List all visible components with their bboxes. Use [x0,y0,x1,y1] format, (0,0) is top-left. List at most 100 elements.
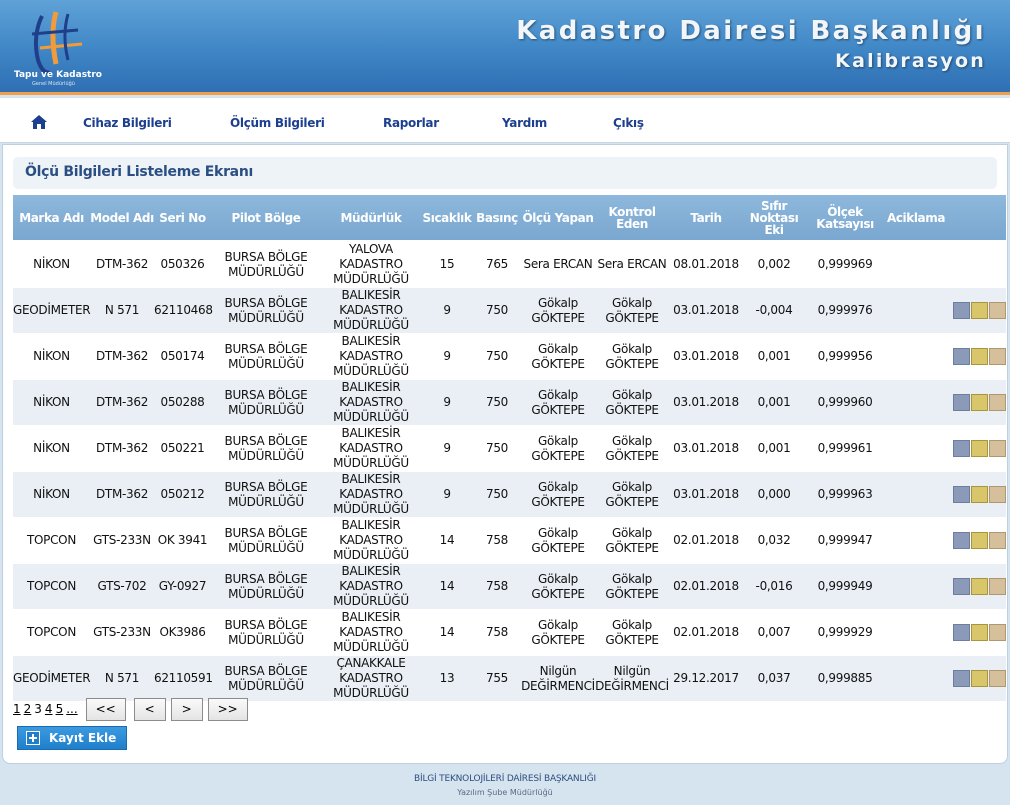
pencil-icon[interactable] [971,440,988,457]
pen-icon[interactable] [953,486,970,503]
logo-text: Tapu ve Kadastro [14,70,102,80]
last-page-button[interactable]: >> [207,697,248,721]
app-title: Kadastro Dairesi Başkanlığı [516,16,986,46]
prev-page-button[interactable]: < [133,697,166,721]
cell-katsayi: 0,999949 [805,563,885,610]
cell-kontrol-eden: Nilgün DEĞİRMENCİ [595,655,669,702]
cell-aciklama [885,241,947,288]
app-subtitle: Kalibrasyon [835,50,986,72]
column-header: Pilot Bölge [211,195,321,242]
first-page-button[interactable]: << [85,697,126,721]
cell-mudurluk: YALOVA KADASTRO MÜDÜRLÜĞÜ [321,241,421,288]
column-header: Seri No [154,195,211,242]
pen-icon[interactable] [953,394,970,411]
footer-unit: Yazılım Şube Müdürlüğü [457,788,553,797]
cell-bolge: BURSA BÖLGE MÜDÜRLÜĞÜ [211,379,321,426]
document-icon[interactable] [989,486,1006,503]
column-header: Ölçek Katsayısı [805,195,885,242]
pen-icon[interactable] [953,348,970,365]
cell-model: DTM-362 [90,333,154,380]
cell-tarih: 03.01.2018 [669,287,743,334]
pen-icon[interactable] [953,624,970,641]
cell-bolge: BURSA BÖLGE MÜDÜRLÜĞÜ [211,333,321,380]
cell-model: DTM-362 [90,241,154,288]
document-icon[interactable] [989,578,1006,595]
cell-seri: 62110591 [154,655,213,702]
pen-icon[interactable] [953,670,970,687]
document-icon[interactable] [989,302,1006,319]
cell-kontrol-eden: Gökalp GÖKTEPE [595,563,669,610]
cell-mudurluk: BALIKESİR KADASTRO MÜDÜRLÜĞÜ [321,425,421,472]
pencil-icon[interactable] [971,486,988,503]
row-actions [947,655,1006,702]
cell-sicaklik: 9 [421,287,473,334]
pencil-icon[interactable] [971,532,988,549]
cell-marka: GEODİMETER [13,655,91,702]
nav-item-yardim[interactable]: Yardım [502,116,547,130]
page-link[interactable]: 2 [24,702,32,716]
cell-bolge: BURSA BÖLGE MÜDÜRLÜĞÜ [211,287,321,334]
nav-item-raporlar[interactable]: Raporlar [383,116,439,130]
cell-sicaklik: 14 [421,609,473,656]
document-icon[interactable] [989,440,1006,457]
cell-sifir: 0,032 [743,517,805,564]
cell-marka: NİKON [13,471,90,518]
pencil-icon[interactable] [971,348,988,365]
cell-katsayi: 0,999956 [805,333,885,380]
pencil-icon[interactable] [971,578,988,595]
cell-tarih: 03.01.2018 [669,333,743,380]
pencil-icon[interactable] [971,624,988,641]
cell-olcu-yapan: Sera ERCAN [521,241,595,288]
pencil-icon[interactable] [971,394,988,411]
row-actions [947,517,1006,564]
pencil-icon[interactable] [971,670,988,687]
next-page-button[interactable]: > [170,697,203,721]
nav-item-cihaz-bilgileri[interactable]: Cihaz Bilgileri [83,116,172,130]
cell-bolge: BURSA BÖLGE MÜDÜRLÜĞÜ [211,241,321,288]
page-link[interactable]: 1 [13,702,21,716]
cell-model: DTM-362 [90,425,154,472]
table-row: TOPCON GTS-233N OK 3941 BURSA BÖLGE MÜDÜRLÜ… [13,517,1006,564]
cell-seri: 62110468 [154,287,213,334]
cell-sifir: 0,037 [743,655,805,702]
cell-basinc: 765 [473,241,521,288]
pen-icon[interactable] [953,578,970,595]
row-actions [947,563,1006,610]
page-current: 3 [34,702,42,716]
nav-item-olcum-bilgileri[interactable]: Ölçüm Bilgileri [230,116,325,130]
document-icon[interactable] [989,670,1006,687]
document-icon[interactable] [989,532,1006,549]
page-link[interactable]: 5 [56,702,64,716]
cell-model: N 571 [90,287,154,334]
cell-marka: NİKON [13,379,90,426]
column-header: Marka Adı [13,195,90,242]
table-row: TOPCON GTS-702 GY-0927 BURSA BÖLGE MÜDÜRLÜĞ… [13,563,1006,610]
table-row: NİKON DTM-362 050326 BURSA BÖLGE MÜDÜRLÜĞÜ Y… [13,241,1006,288]
home-icon[interactable] [30,114,48,130]
cell-olcu-yapan: Gökalp GÖKTEPE [521,287,595,334]
cell-seri: 050326 [154,241,211,288]
cell-sifir: 0,001 [743,333,805,380]
add-record-button[interactable]: Kayıt Ekle [17,726,127,750]
column-header: Tarih [669,195,743,242]
page-link-more[interactable]: ... [66,702,77,716]
table-row: NİKON DTM-362 050288 BURSA BÖLGE MÜDÜRLÜĞÜ B… [13,379,1006,426]
column-header: Model Adı [90,195,154,242]
cell-katsayi: 0,999929 [805,609,885,656]
page-link[interactable]: 4 [45,702,53,716]
document-icon[interactable] [989,624,1006,641]
cell-tarih: 03.01.2018 [669,471,743,518]
cell-aciklama [885,655,947,702]
document-icon[interactable] [989,394,1006,411]
pen-icon[interactable] [953,532,970,549]
column-header: Ölçü Yapan [521,195,595,242]
pen-icon[interactable] [953,440,970,457]
nav-item-cikis[interactable]: Çıkış [613,116,644,130]
document-icon[interactable] [989,348,1006,365]
measurement-table: Marka Adı Model Adı Seri No Pilot Bölge … [13,195,1006,702]
cell-tarih: 08.01.2018 [669,241,743,288]
cell-olcu-yapan: Gökalp GÖKTEPE [521,425,595,472]
cell-sifir: 0,001 [743,379,805,426]
pen-icon[interactable] [953,302,970,319]
pencil-icon[interactable] [971,302,988,319]
